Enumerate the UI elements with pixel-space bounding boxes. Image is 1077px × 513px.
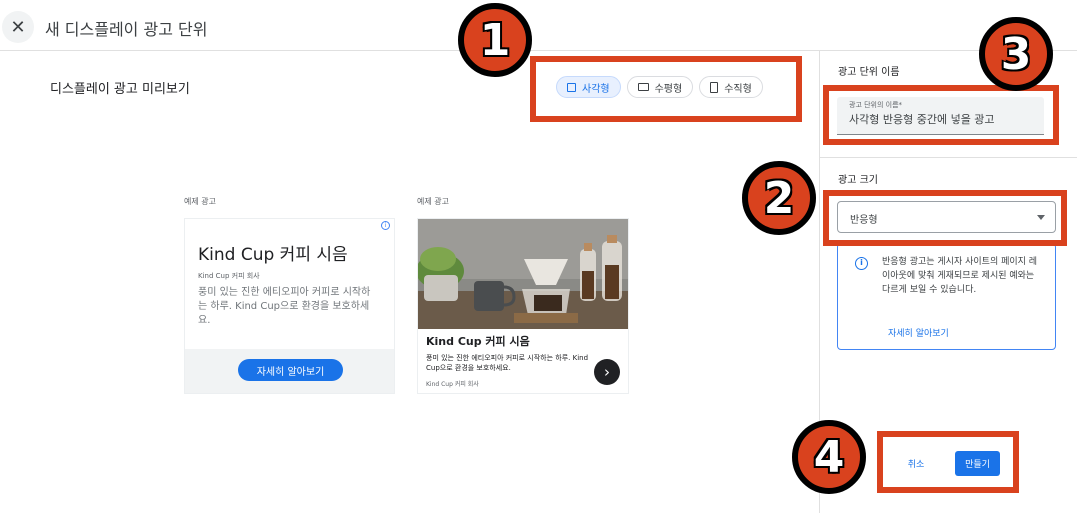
annotation-box-size bbox=[823, 190, 1067, 246]
annotation-badge-3: 3 bbox=[979, 17, 1053, 91]
ad1-label: 예제 광고 bbox=[184, 197, 216, 206]
info-icon: i bbox=[855, 257, 868, 270]
ad-unit-name-section-label: 광고 단위 이름 bbox=[838, 67, 900, 78]
annotation-box-format bbox=[530, 56, 802, 122]
ad1-title: Kind Cup 커피 시음 bbox=[198, 245, 348, 265]
ad1-footer: 자세히 알아보기 bbox=[185, 349, 394, 393]
ad2-label: 예제 광고 bbox=[417, 197, 449, 206]
page-title: 새 디스플레이 광고 단위 bbox=[45, 20, 208, 39]
ad1-cta-button[interactable]: 자세히 알아보기 bbox=[238, 359, 343, 381]
ad1-company: Kind Cup 커피 회사 bbox=[198, 272, 260, 280]
adchoices-info-icon[interactable]: i bbox=[381, 221, 390, 230]
section-divider bbox=[820, 157, 1077, 158]
ad-size-section-label: 광고 크기 bbox=[838, 175, 878, 186]
dialog-header: ✕ 새 디스플레이 광고 단위 bbox=[0, 0, 1077, 51]
responsive-notice-text: 반응형 광고는 게시자 사이트의 페이지 레이아웃에 맞춰 게재되므로 제시된 … bbox=[882, 257, 1038, 295]
ad1-description: 풍미 있는 진한 에티오피아 커피로 시작하는 하루. Kind Cup으로 환… bbox=[198, 287, 371, 326]
annotation-badge-4: 4 bbox=[792, 420, 866, 494]
coffee-photo bbox=[418, 219, 628, 329]
annotation-box-name bbox=[823, 85, 1059, 145]
example-ad-image: Kind Cup 커피 시음 풍미 있는 진한 에티오피아 커피로 시작하는 하… bbox=[417, 218, 629, 394]
chevron-right-icon[interactable]: › bbox=[594, 359, 620, 385]
example-ad-text: i Kind Cup 커피 시음 Kind Cup 커피 회사 풍미 있는 진한… bbox=[184, 218, 395, 394]
annotation-badge-2: 2 bbox=[742, 161, 816, 235]
annotation-box-actions bbox=[877, 431, 1019, 493]
ad2-title: Kind Cup 커피 시음 bbox=[426, 335, 530, 348]
annotation-badge-1: 1 bbox=[458, 3, 532, 77]
ad2-description: 풍미 있는 진한 에티오피아 커피로 시작하는 하루. Kind Cup으로 환… bbox=[426, 354, 589, 372]
preview-title: 디스플레이 광고 미리보기 bbox=[50, 82, 190, 97]
ad2-company: Kind Cup 커피 회사 bbox=[426, 381, 479, 388]
close-button[interactable]: ✕ bbox=[2, 11, 34, 43]
learn-more-link[interactable]: 자세히 알아보기 bbox=[888, 326, 949, 339]
close-icon: ✕ bbox=[10, 16, 26, 38]
responsive-notice: i 반응형 광고는 게시자 사이트의 페이지 레이아웃에 맞춰 게재되므로 제시… bbox=[837, 243, 1056, 350]
ad-unit-dialog: ✕ 새 디스플레이 광고 단위 디스플레이 광고 미리보기 사각형 수평형 수직… bbox=[0, 0, 1077, 513]
